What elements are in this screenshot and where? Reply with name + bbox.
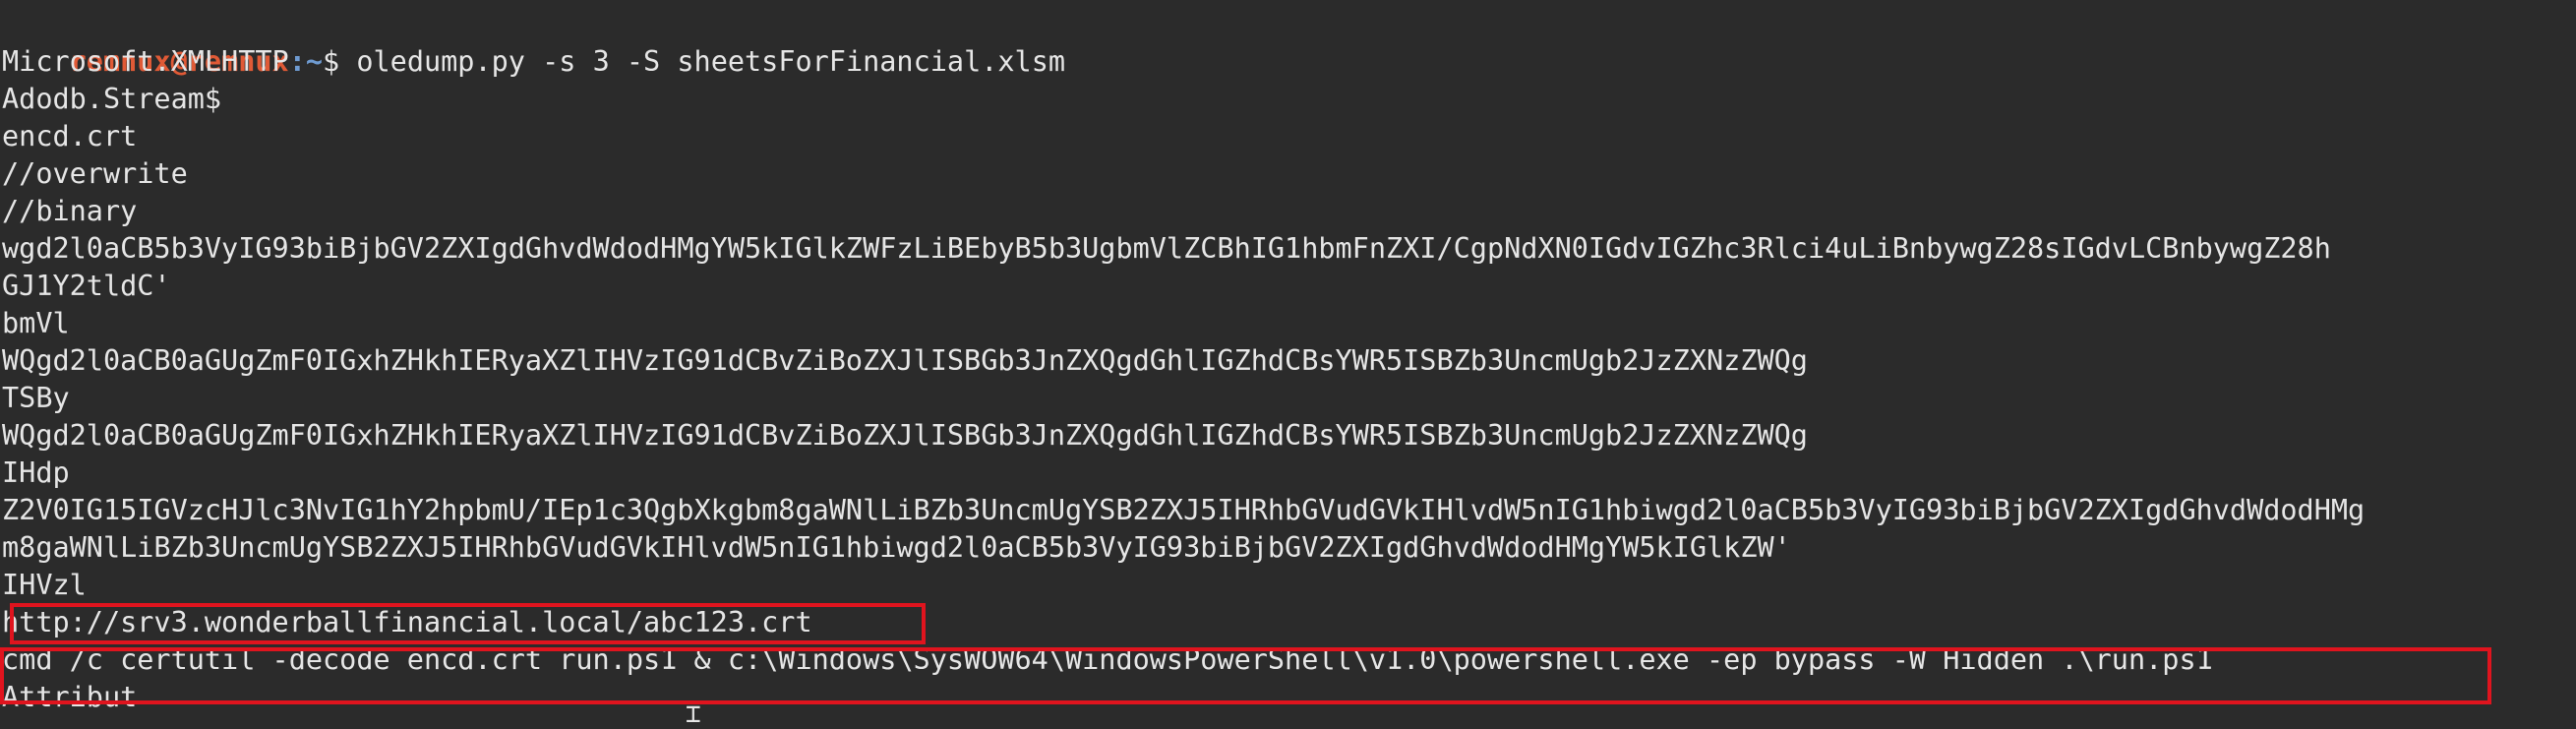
output-line: Z2V0IG15IGVzcHJlc3NvIG1hY2hpbmU/IEp1c3Qg… — [2, 494, 2366, 526]
output-line: WQgd2l0aCB0aGUgZmF0IGxhZHkhIERyaXZlIHVzI… — [2, 344, 1808, 377]
prompt-symbol: $ — [323, 45, 340, 78]
terminal-window[interactable]: remnux@remnux:~$ oledump.py -s 3 -S shee… — [0, 0, 2576, 729]
url-highlight-box — [10, 603, 926, 644]
output-line: WQgd2l0aCB0aGUgZmF0IGxhZHkhIERyaXZlIHVzI… — [2, 419, 1808, 452]
output-line: Adodb.Stream$ — [2, 83, 222, 115]
prompt-path: :~ — [288, 45, 324, 78]
output-line: encd.crt — [2, 120, 138, 152]
output-line: wgd2l0aCB5b3VyIG93biBjbGV2ZXIgdGhvdWdodH… — [2, 232, 2331, 265]
text-cursor-icon: ⌶ — [686, 699, 701, 729]
prompt-line: remnux@remnux:~$ oledump.py -s 3 -S shee… — [2, 6, 1065, 78]
output-line: IHVzl — [2, 569, 87, 601]
command-highlight-box — [0, 647, 2491, 704]
output-line: Microsoft.XMLHTTP — [2, 45, 289, 78]
output-line: TSBy — [2, 382, 70, 414]
output-line: //overwrite — [2, 157, 188, 190]
output-line: //binary — [2, 195, 138, 227]
output-line: GJ1Y2tldC' — [2, 270, 171, 302]
output-line: IHdp — [2, 456, 70, 489]
command-text: oledump.py -s 3 -S sheetsForFinancial.xl… — [339, 45, 1066, 78]
output-line: m8gaWNlLiBZb3UncmUgYSB2ZXJ5IHRhbGVudGVkI… — [2, 531, 1791, 564]
output-line: bmVl — [2, 307, 70, 339]
